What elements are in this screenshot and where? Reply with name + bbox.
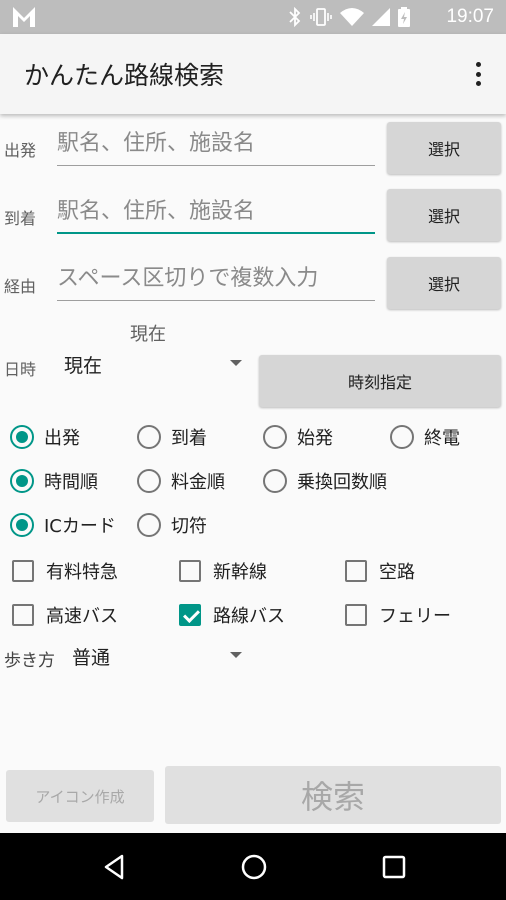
more-vert-icon[interactable] [466,60,490,88]
checkbox-unchecked-icon [12,560,34,582]
checkbox-label: フェリー [379,606,451,627]
radio-sort-time[interactable]: 時間順 [10,466,98,496]
checkbox-unchecked-icon [345,560,367,582]
departure-select-button[interactable]: 選択 [387,122,501,174]
status-time: 19:07 [446,6,494,27]
departure-label: 出発 [4,141,37,160]
checkbox-label: 新幹線 [213,562,267,583]
radio-unchecked-icon [137,513,161,537]
back-icon[interactable] [100,853,128,881]
arrival-select-button[interactable]: 選択 [387,189,501,241]
checkbox-label: 路線バス [213,606,285,627]
checkbox-highway-bus[interactable]: 高速バス [12,600,118,630]
checkbox-label: 有料特急 [46,562,118,583]
checkbox-label: 高速バス [46,606,118,627]
radio-label: 乗換回数順 [297,472,387,493]
app-title: かんたん路線検索 [24,61,225,90]
checkbox-unchecked-icon [179,560,201,582]
walking-value: 普通 [72,647,111,669]
radio-sort-fare[interactable]: 料金順 [137,466,225,496]
walking-spinner[interactable]: 普通 [72,643,249,673]
departure-input[interactable] [57,122,375,164]
walking-label: 歩き方 [4,651,55,671]
radio-unchecked-icon [263,425,287,449]
radio-label: ICカード [44,516,116,537]
vibrate-icon [310,8,332,26]
datetime-spinner[interactable]: 現在 [64,351,249,381]
datetime-value: 現在 [64,355,103,377]
search-button[interactable]: 検索 [165,766,501,824]
via-label: 経由 [4,277,37,296]
arrival-field[interactable] [57,190,375,234]
departure-field[interactable] [57,122,375,166]
checkbox-ferry[interactable]: フェリー [345,600,451,630]
dropdown-arrow-icon [230,652,242,658]
radio-departure[interactable]: 出発 [10,422,80,452]
bluetooth-icon [289,7,301,27]
navigation-bar [0,833,506,900]
checkbox-checked-icon [179,604,201,626]
via-field[interactable] [57,257,375,301]
status-icons [288,7,410,27]
status-bar: 19:07 [0,0,506,34]
radio-sort-transfers[interactable]: 乗換回数順 [263,466,387,496]
checkbox-air[interactable]: 空路 [345,556,415,586]
checkbox-limited-express[interactable]: 有料特急 [12,556,118,586]
radio-arrival[interactable]: 到着 [137,422,207,452]
arrival-input[interactable] [57,190,375,232]
set-time-button[interactable]: 時刻指定 [259,355,501,407]
radio-ic-card[interactable]: ICカード [10,510,116,540]
radio-ticket[interactable]: 切符 [137,510,207,540]
checkbox-unchecked-icon [345,604,367,626]
radio-label: 到着 [171,428,207,449]
radio-checked-icon [10,425,34,449]
recents-icon[interactable] [380,853,408,881]
radio-unchecked-icon [263,469,287,493]
radio-label: 時間順 [44,472,98,493]
radio-unchecked-icon [390,425,414,449]
checkbox-label: 空路 [379,562,415,583]
battery-icon [398,7,410,27]
radio-label: 料金順 [171,472,225,493]
radio-last-train[interactable]: 終電 [390,422,460,452]
radio-label: 終電 [424,428,460,449]
radio-label: 切符 [171,516,207,537]
via-input[interactable] [57,257,375,299]
radio-checked-icon [10,513,34,537]
datetime-caption: 現在 [130,324,166,345]
dropdown-arrow-icon [230,360,242,366]
radio-label: 始発 [297,428,333,449]
radio-unchecked-icon [137,425,161,449]
radio-unchecked-icon [137,469,161,493]
arrival-label: 到着 [4,209,37,228]
radio-checked-icon [10,469,34,493]
checkbox-shinkansen[interactable]: 新幹線 [179,556,267,586]
wifi-icon [340,8,364,26]
create-icon-button[interactable]: アイコン作成 [6,770,154,822]
datetime-label: 日時 [4,360,37,379]
via-select-button[interactable]: 選択 [387,257,501,309]
app-bar: かんたん路線検索 [0,34,506,114]
checkbox-unchecked-icon [12,604,34,626]
checkbox-local-bus[interactable]: 路線バス [179,600,285,630]
cell-signal-icon [372,8,390,26]
app-logo-icon [13,7,35,27]
radio-label: 出発 [44,428,80,449]
home-icon[interactable] [240,853,268,881]
radio-first-train[interactable]: 始発 [263,422,333,452]
